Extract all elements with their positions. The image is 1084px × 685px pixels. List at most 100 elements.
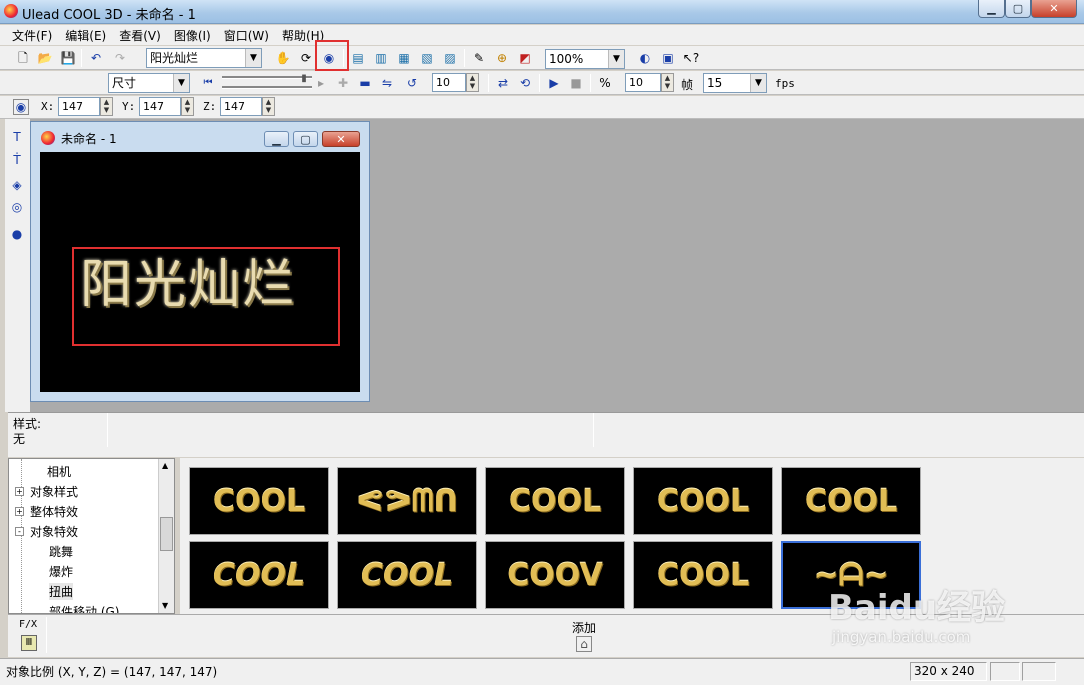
gallery-thumb[interactable]: COOL <box>189 467 329 535</box>
attribute-select[interactable]: 尺寸 ▼ <box>108 73 190 93</box>
save-icon[interactable]: 💾 <box>60 50 76 66</box>
fps-select[interactable]: 15 ▼ <box>703 73 767 93</box>
watermark: Baidu经验 jingyan.baidu.com <box>828 578 1078 658</box>
tree-item[interactable]: 整体特效 <box>30 503 78 520</box>
align-center-icon[interactable]: ▥ <box>373 50 389 66</box>
xyz-toolbar: ◉ X: 147 ▲ ▼ Y: 147 ▲ ▼ Z: 147 ▲ ▼ <box>0 96 1084 119</box>
tree-item[interactable]: 相机 <box>47 463 71 480</box>
menu-window[interactable]: 窗口(W) <box>224 27 269 44</box>
x-label: X: <box>41 100 55 113</box>
insert-text-icon[interactable]: T <box>9 129 25 145</box>
menu-file[interactable]: 文件(F) <box>12 27 52 44</box>
expand-icon[interactable]: + <box>15 507 24 516</box>
tree-item[interactable]: 对象样式 <box>30 483 78 500</box>
play-icon[interactable]: ▶ <box>546 75 562 91</box>
text-object-select[interactable]: 阳光灿烂 ▼ <box>146 48 262 68</box>
document-title: 未命名 - 1 <box>61 132 117 146</box>
fx-label: F/X <box>19 619 38 630</box>
scroll-down-icon[interactable]: ▼ <box>162 601 168 610</box>
object-toolbar: T Ṫ ◈ ◎ ● <box>5 119 30 412</box>
expand-icon[interactable]: + <box>15 487 24 496</box>
edit-text-icon[interactable]: Ṫ <box>9 152 25 168</box>
document-window[interactable]: 未命名 - 1 ▁ ▢ ✕ 阳光灿烂 <box>30 121 370 402</box>
scroll-thumb[interactable] <box>160 517 173 551</box>
gallery-thumb[interactable]: COOL <box>633 467 773 535</box>
repeat-icon[interactable]: ⟲ <box>517 75 533 91</box>
align-left-icon[interactable]: ▤ <box>350 50 366 66</box>
x-input[interactable]: 147 <box>58 97 100 116</box>
undo-icon[interactable]: ↶ <box>88 50 104 66</box>
percent-icon[interactable]: % <box>597 75 613 91</box>
style-panel: 样式: 无 <box>8 412 1084 457</box>
frames-spinner[interactable]: ▲ ▼ <box>661 73 674 92</box>
add-icon[interactable]: ⌂ <box>576 636 592 652</box>
tree-item[interactable]: 跳舞 <box>49 543 73 560</box>
slider-thumb-icon[interactable]: ▮ <box>296 71 312 87</box>
frame-spinner[interactable]: ▲ ▼ <box>466 73 479 92</box>
context-help-icon[interactable]: ↖? <box>683 50 699 66</box>
y-spinner[interactable]: ▲ ▼ <box>181 97 194 116</box>
light-icon[interactable]: ✎ <box>471 50 487 66</box>
preview-icon[interactable]: ▣ <box>660 50 676 66</box>
menu-bar: 文件(F) 编辑(E) 查看(V) 图像(I) 窗口(W) 帮助(H) <box>0 25 1084 45</box>
open-folder-icon[interactable]: 📂 <box>37 50 53 66</box>
gallery-thumb[interactable]: COOL <box>337 541 477 609</box>
z-spinner[interactable]: ▲ ▼ <box>262 97 275 116</box>
gallery-thumb[interactable]: COOL <box>485 467 625 535</box>
doc-minimize-button[interactable]: ▁ <box>264 131 289 147</box>
render-icon[interactable]: ◐ <box>637 50 653 66</box>
menu-edit[interactable]: 编辑(E) <box>65 27 106 44</box>
collapse-icon[interactable]: - <box>15 527 24 536</box>
insert-graphic-icon[interactable]: ◈ <box>9 177 25 193</box>
remove-keyframe-icon[interactable]: ▬ <box>357 75 373 91</box>
maximize-button[interactable]: ▢ <box>1005 0 1031 18</box>
menu-image[interactable]: 图像(I) <box>174 27 211 44</box>
preview-canvas[interactable]: 阳光灿烂 <box>40 152 360 392</box>
tree-item[interactable]: 爆炸 <box>49 563 73 580</box>
frame-input[interactable]: 10 <box>432 73 466 92</box>
minimize-button[interactable]: ▁ <box>978 0 1005 18</box>
doc-maximize-button[interactable]: ▢ <box>293 131 318 147</box>
align-top-icon[interactable]: ▧ <box>419 50 435 66</box>
z-input[interactable]: 147 <box>220 97 262 116</box>
fx-icon[interactable]: Ⅲ <box>21 635 37 651</box>
scroll-up-icon[interactable]: ▲ <box>162 461 168 470</box>
close-button[interactable]: ✕ <box>1031 0 1077 18</box>
gallery-thumb[interactable]: COOL <box>781 467 921 535</box>
tree-item-selected[interactable]: 扭曲 <box>49 583 74 600</box>
menu-view[interactable]: 查看(V) <box>119 27 161 44</box>
window-title: Ulead COOL 3D - 未命名 - 1 <box>22 8 196 23</box>
status-bar: 对象比例 (X, Y, Z) = (147, 147, 147) 320 x 2… <box>0 658 1084 685</box>
x-spinner[interactable]: ▲ ▼ <box>100 97 113 116</box>
hand-move-icon[interactable]: ✋ <box>275 50 291 66</box>
y-input[interactable]: 147 <box>139 97 181 116</box>
gallery-thumb[interactable]: COOV <box>485 541 625 609</box>
gallery-thumb[interactable]: COOL <box>633 541 773 609</box>
scale-mode-icon[interactable]: ◉ <box>13 99 29 115</box>
stop-icon[interactable]: ■ <box>568 75 584 91</box>
globe-icon[interactable]: ⊕ <box>494 50 510 66</box>
first-frame-icon[interactable]: ⏮ <box>200 75 216 91</box>
pingpong-icon[interactable]: ⇄ <box>495 75 511 91</box>
loop-icon[interactable]: ↺ <box>404 75 420 91</box>
redo-icon[interactable]: ↷ <box>112 50 128 66</box>
select-object-icon[interactable]: ◎ <box>9 199 25 215</box>
tree-item[interactable]: 对象特效 <box>30 523 78 540</box>
frames-input[interactable]: 10 <box>625 73 661 92</box>
chart-icon[interactable]: ◩ <box>517 50 533 66</box>
rotate-icon[interactable]: ⟳ <box>298 50 314 66</box>
gallery-thumb[interactable]: COOL <box>189 541 329 609</box>
animation-toolbar: 尺寸 ▼ ⏮ ▮ ▸ ✚ ▬ ⇋ ↺ 10 ▲ ▼ ⇄ ⟲ ▶ ■ % 10 ▲ ▼ … <box>0 71 1084 95</box>
tree-item[interactable]: 部件移动 (G) <box>49 603 119 613</box>
tree-scrollbar[interactable]: ▲ ▼ <box>158 459 174 613</box>
zoom-select[interactable]: 100% ▼ <box>545 49 625 69</box>
next-frame-icon[interactable]: ▸ <box>313 75 329 91</box>
reverse-icon[interactable]: ⇋ <box>379 75 395 91</box>
new-file-icon[interactable]: 🗋 <box>15 50 31 66</box>
sphere-object-icon[interactable]: ● <box>9 226 25 242</box>
gallery-thumb[interactable]: ᕙᕗᗰᑎ <box>337 467 477 535</box>
add-keyframe-icon[interactable]: ✚ <box>335 75 351 91</box>
align-bottom-icon[interactable]: ▨ <box>442 50 458 66</box>
align-right-icon[interactable]: ▦ <box>396 50 412 66</box>
doc-close-button[interactable]: ✕ <box>322 131 360 147</box>
